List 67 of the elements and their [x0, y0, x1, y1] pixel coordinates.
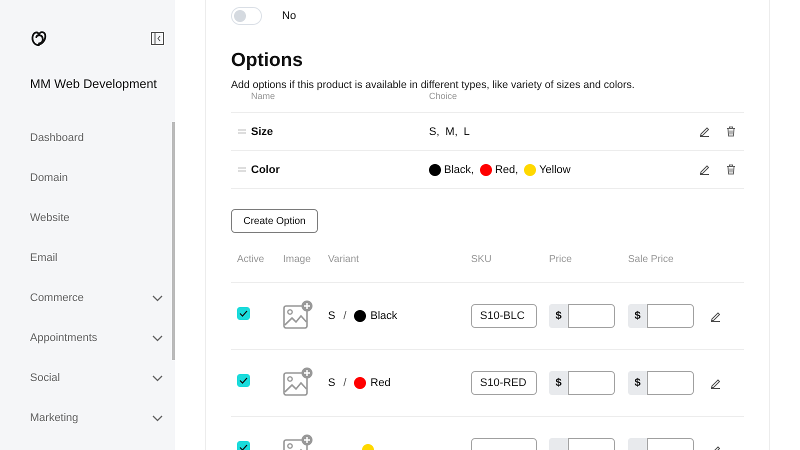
currency-label: $	[549, 371, 568, 395]
chevron-down-icon	[152, 414, 163, 422]
sale-price-field[interactable]	[647, 371, 694, 395]
variant-size: S	[328, 310, 336, 322]
section-title: Options	[231, 50, 304, 72]
checkmark-icon	[239, 444, 248, 450]
add-image-icon	[283, 366, 313, 396]
toggle-label: No	[282, 10, 296, 22]
choice-label: Red,	[494, 164, 518, 176]
toggle-switch[interactable]	[231, 7, 262, 25]
sidebar-item[interactable]: Domain	[30, 158, 175, 198]
sidebar-item[interactable]: Social	[30, 358, 175, 398]
checkbox[interactable]	[237, 306, 250, 320]
sidebar-item[interactable]: Marketing	[30, 398, 175, 438]
sidebar-item[interactable]: Commerce	[30, 278, 175, 318]
add-image-icon	[283, 300, 313, 330]
choice-label: M,	[445, 126, 458, 138]
currency-label: $	[628, 371, 647, 395]
variant-separator: /	[343, 310, 346, 322]
checkmark-icon	[239, 376, 248, 384]
column-header: SKU	[471, 254, 493, 265]
choice-label: Yellow	[539, 164, 571, 176]
column-header: Active	[236, 254, 266, 265]
chevron-down-icon	[152, 294, 163, 302]
choice-label: Black,	[444, 164, 474, 176]
edit-icon	[710, 378, 721, 388]
column-header: Variant	[328, 254, 360, 265]
checkbox[interactable]	[237, 440, 250, 450]
trash-icon	[726, 164, 736, 175]
edit-icon	[699, 126, 710, 137]
section-description: Add options if this product is available in different types, like variety of sizes and colors.	[231, 79, 636, 91]
sidebar-item[interactable]: Appointments	[30, 318, 175, 358]
variant-separator: /	[343, 377, 346, 389]
create-option-button[interactable]: Create Option	[231, 209, 318, 233]
variant-color: Black	[370, 310, 398, 322]
column-header: Sale Price	[628, 254, 675, 265]
variant-size: S	[328, 377, 336, 389]
sku-field[interactable]: S10-RED	[471, 371, 537, 395]
price-field[interactable]	[568, 371, 615, 395]
chevron-down-icon	[152, 334, 163, 342]
sku-field[interactable]: S10-BLC	[471, 304, 537, 328]
chevron-down-icon	[152, 374, 163, 382]
edit-icon	[710, 310, 721, 322]
variant-color: Red	[370, 377, 391, 389]
sidebar-item[interactable]: Website	[30, 198, 175, 238]
currency-label: $	[549, 304, 568, 328]
brand-name: MM Web Development	[30, 77, 158, 91]
logo-icon	[30, 29, 48, 47]
scrollbar[interactable]	[172, 122, 175, 360]
option-name: Size	[251, 126, 274, 138]
column-header: Name	[251, 91, 276, 101]
option-name: Color	[251, 164, 281, 176]
edit-icon	[699, 164, 710, 175]
choice-label: S,	[429, 126, 440, 138]
checkbox[interactable]	[237, 374, 250, 386]
sidebar-item[interactable]: Dashboard	[30, 118, 175, 158]
sidebar-item[interactable]: Email	[30, 238, 175, 278]
trash-icon	[726, 126, 736, 137]
column-header: Image	[283, 254, 312, 265]
collapse-sidebar-icon	[151, 32, 164, 44]
column-header: Price	[549, 254, 573, 265]
checkmark-icon	[239, 310, 248, 316]
price-field[interactable]	[568, 304, 615, 328]
column-header: Choice	[429, 91, 458, 101]
choice-label: L	[464, 126, 470, 138]
sale-price-field[interactable]	[647, 304, 694, 328]
currency-label: $	[628, 304, 647, 328]
